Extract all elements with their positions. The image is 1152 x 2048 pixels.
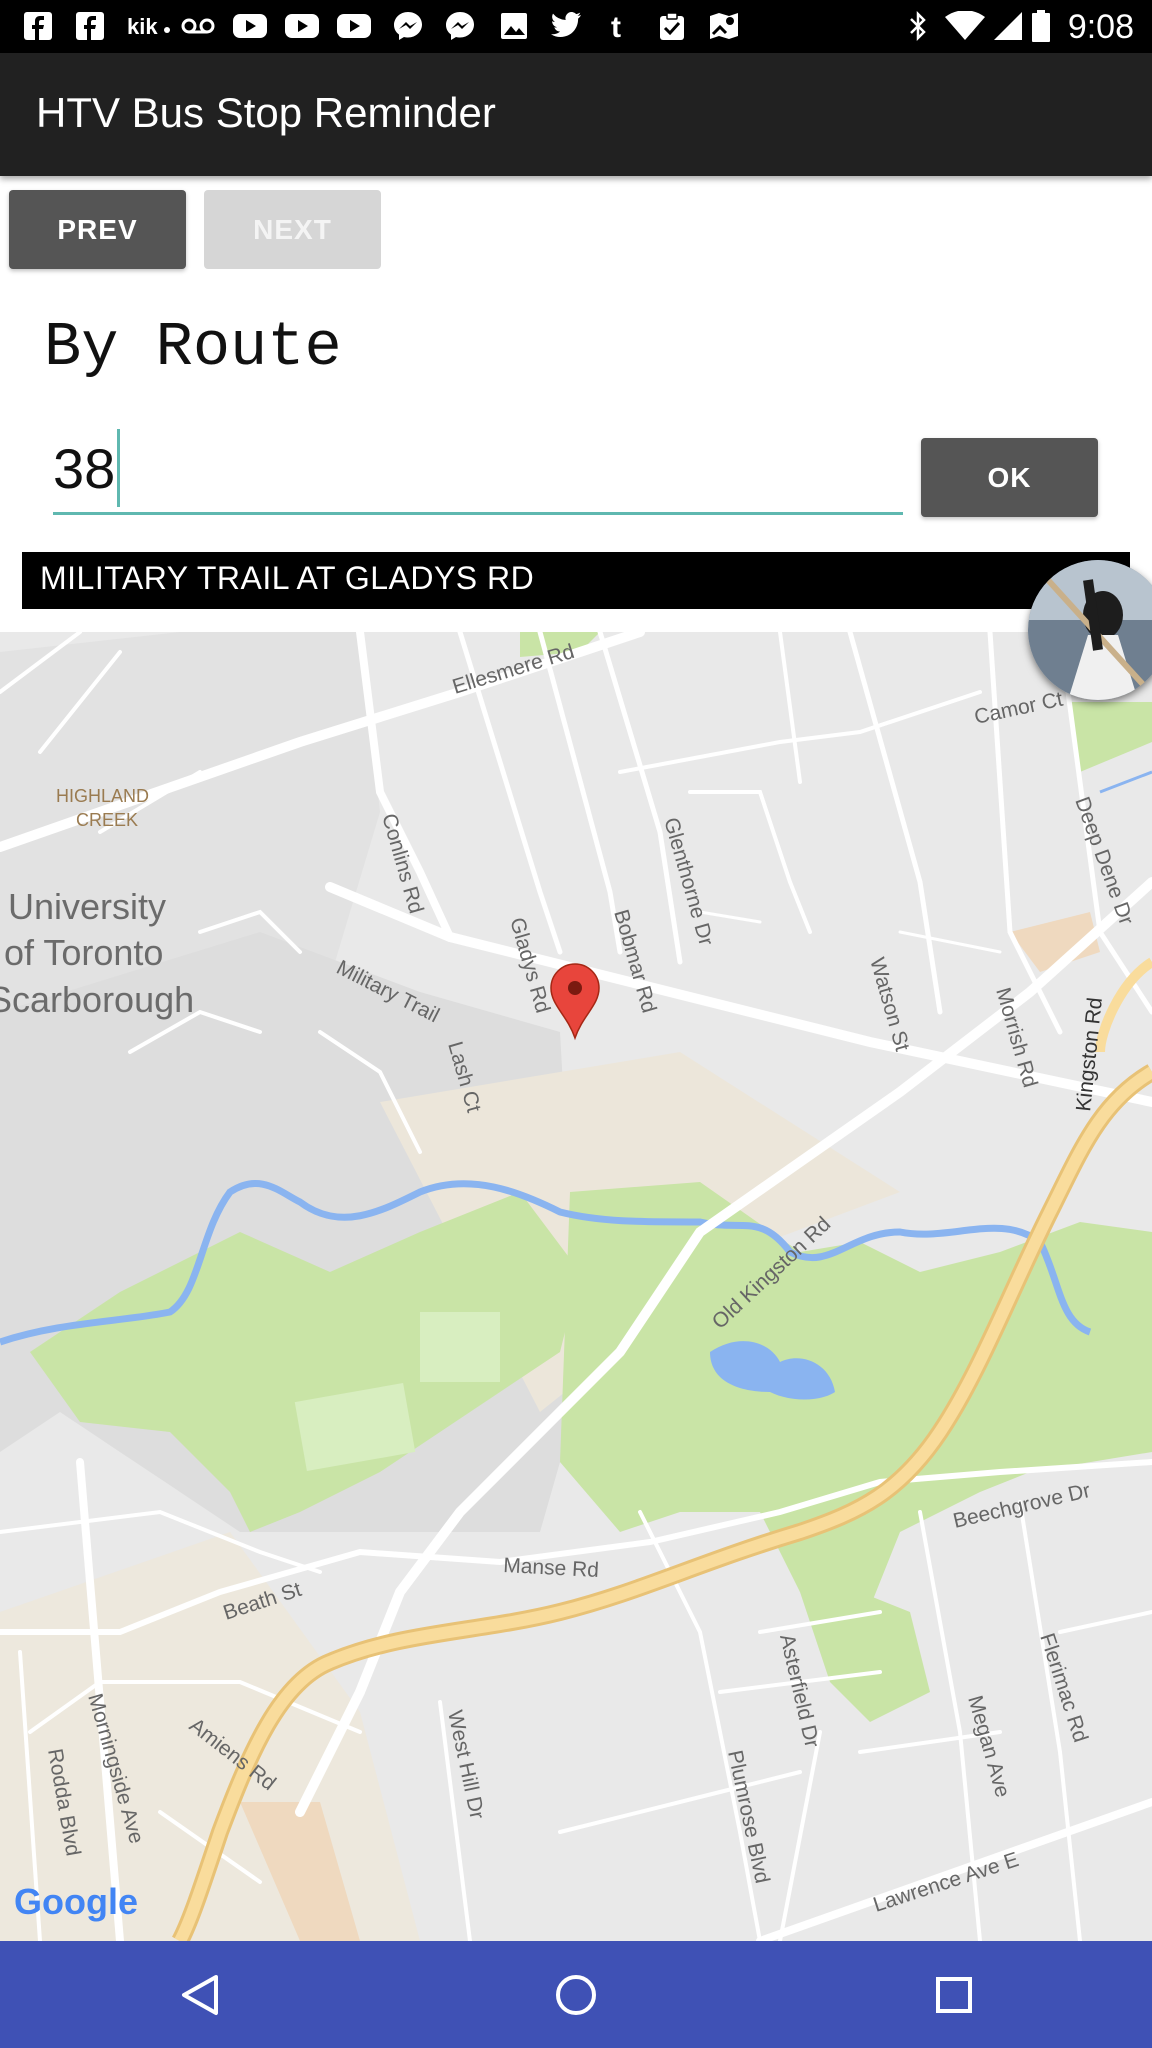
battery-icon bbox=[1030, 10, 1052, 42]
input-underline bbox=[53, 512, 903, 515]
youtube-icon bbox=[232, 10, 268, 42]
stop-name: MILITARY TRAIL AT GLADYS RD bbox=[40, 560, 535, 596]
clipboard-check-icon bbox=[656, 10, 688, 42]
stop-banner: MILITARY TRAIL AT GLADYS RD bbox=[22, 552, 1130, 609]
route-input-container bbox=[53, 425, 903, 515]
recents-icon[interactable] bbox=[922, 1963, 986, 2027]
map-label: HIGHLAND bbox=[56, 786, 149, 806]
clock: 9:08 bbox=[1067, 8, 1134, 46]
svg-text:kik: kik bbox=[127, 14, 158, 38]
google-logo: Google bbox=[14, 1881, 138, 1922]
mode-label: By Route bbox=[44, 312, 342, 383]
map-label: CREEK bbox=[76, 810, 138, 830]
prev-button[interactable]: PREV bbox=[9, 190, 186, 269]
home-icon[interactable] bbox=[544, 1963, 608, 2027]
map-label: Scarborough bbox=[0, 979, 194, 1020]
facebook-icon bbox=[74, 10, 106, 42]
status-bar: kik t 9:08 bbox=[0, 0, 1152, 53]
maps-icon bbox=[708, 10, 740, 42]
map-view[interactable]: Ellesmere Rd Camor Ct HIGHLAND CREEK Uni… bbox=[0, 632, 1152, 1941]
bluetooth-icon bbox=[902, 10, 934, 42]
wifi-icon bbox=[944, 10, 986, 42]
youtube-icon bbox=[336, 10, 372, 42]
map-label: of Toronto bbox=[4, 932, 163, 973]
app-bar: HTV Bus Stop Reminder bbox=[0, 53, 1152, 176]
voicemail-icon bbox=[180, 10, 216, 42]
sports-field bbox=[420, 1312, 500, 1382]
tumblr-icon: t bbox=[604, 10, 636, 42]
signal-icon bbox=[992, 10, 1024, 42]
kik-icon: kik bbox=[126, 10, 172, 42]
back-icon[interactable] bbox=[168, 1963, 232, 2027]
twitter-icon bbox=[550, 10, 582, 42]
map-label: University bbox=[8, 886, 166, 927]
messenger-icon bbox=[392, 10, 424, 42]
next-button[interactable]: NEXT bbox=[204, 190, 381, 269]
text-caret bbox=[117, 429, 120, 507]
ok-button[interactable]: OK bbox=[921, 438, 1098, 517]
youtube-icon bbox=[284, 10, 320, 42]
route-input[interactable] bbox=[53, 425, 903, 511]
svg-text:t: t bbox=[611, 11, 621, 41]
image-icon bbox=[498, 10, 530, 42]
messenger-icon bbox=[444, 10, 476, 42]
facebook-icon bbox=[22, 10, 54, 42]
system-nav-bar bbox=[0, 1941, 1152, 2048]
app-title: HTV Bus Stop Reminder bbox=[36, 89, 496, 136]
